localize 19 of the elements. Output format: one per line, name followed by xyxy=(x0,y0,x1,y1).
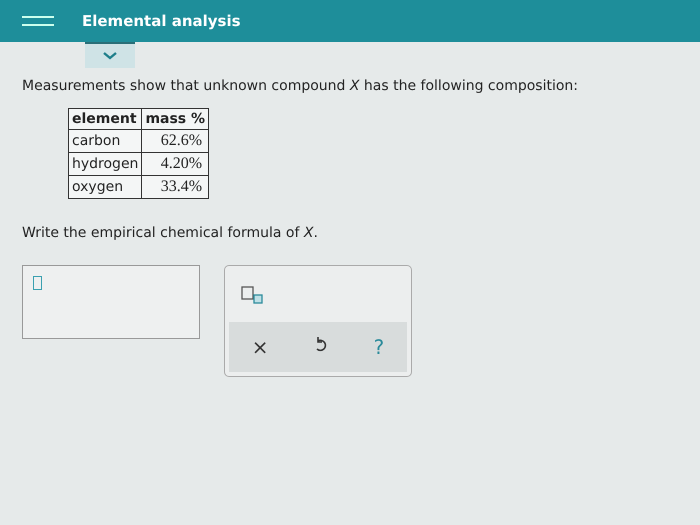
table-cell: 62.6% xyxy=(142,130,209,152)
prompt-text: Write the empirical chemical formula of X. xyxy=(22,225,319,241)
table-cell: 33.4% xyxy=(142,176,209,198)
table-cell: hydrogen xyxy=(68,152,142,176)
subscript-template-icon[interactable] xyxy=(241,286,263,306)
question-text: Measurements show that unknown compound X has the following composition: xyxy=(22,78,579,94)
expand-tab[interactable] xyxy=(85,42,135,68)
clear-button[interactable]: × xyxy=(246,333,275,361)
table-cell: oxygen xyxy=(68,176,142,198)
chevron-down-icon xyxy=(103,52,117,60)
cursor-box-icon xyxy=(33,276,42,290)
column-header: element xyxy=(68,108,142,130)
column-header: mass % xyxy=(142,108,209,130)
menu-icon[interactable] xyxy=(22,14,54,28)
table-cell: 4.20% xyxy=(142,152,209,176)
circular-arrow-icon xyxy=(314,336,328,354)
answer-box[interactable] xyxy=(22,265,200,339)
table-cell: carbon xyxy=(68,130,142,152)
page-title: Elemental analysis xyxy=(82,12,241,30)
